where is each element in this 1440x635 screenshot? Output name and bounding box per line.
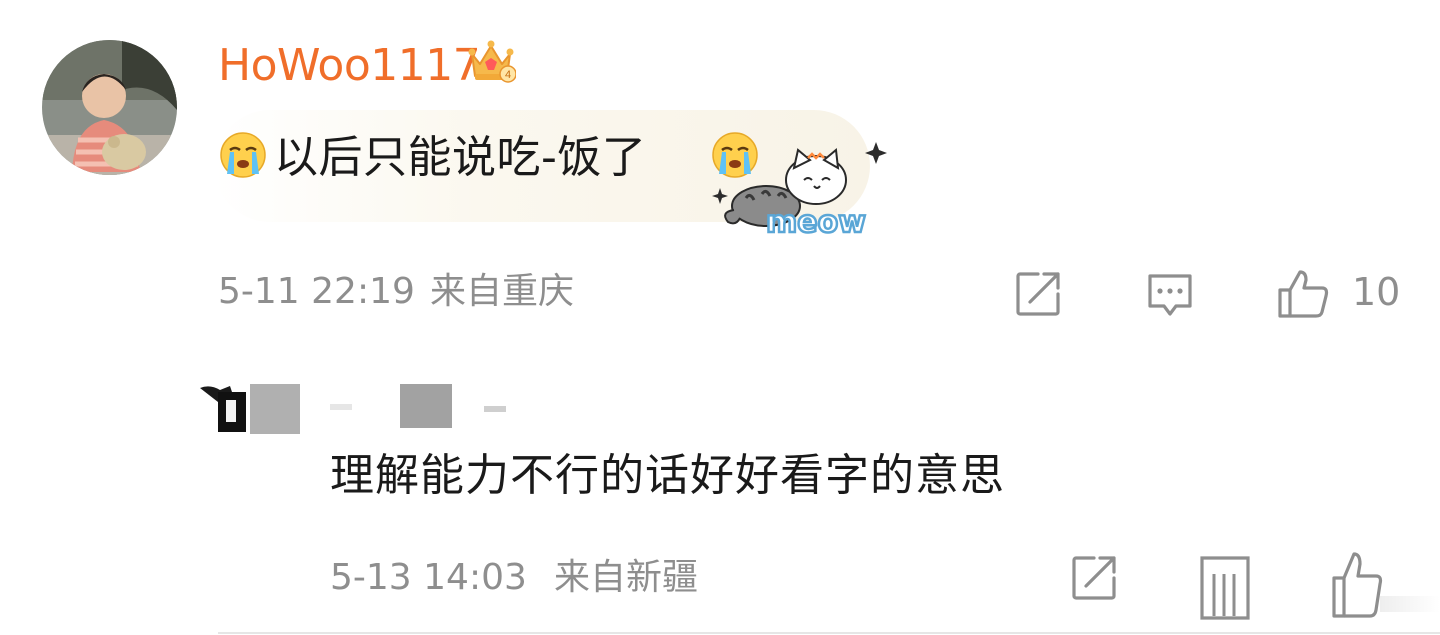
svg-text:4: 4 [505, 69, 511, 81]
thumbs-up-icon[interactable] [1276, 266, 1332, 322]
crying-face-emoji [218, 130, 268, 184]
user-avatar[interactable] [42, 40, 177, 175]
fade-overlay [1380, 596, 1440, 612]
avatar-photo [42, 40, 177, 175]
comment-icon[interactable] [1144, 268, 1196, 320]
reply-avatar[interactable] [200, 384, 300, 436]
blurred-name [484, 406, 506, 412]
username[interactable]: HoWoo1117 [218, 38, 481, 94]
comment-text: 以后只能说吃-饭了 [274, 132, 647, 183]
comment-time: 5-11 22:19 [218, 271, 415, 312]
reply-location: 来自新疆 [554, 557, 699, 598]
meow-cat-sticker: meow [706, 128, 892, 241]
reply-time: 5-13 14:03 [330, 557, 527, 598]
crown-badge-icon[interactable]: 4 [466, 36, 517, 86]
thumbs-up-icon[interactable] [1330, 548, 1386, 620]
comment-icon[interactable] [1198, 552, 1252, 622]
svg-text:meow: meow [766, 205, 866, 236]
share-icon[interactable] [1012, 268, 1064, 320]
share-icon[interactable] [1068, 552, 1120, 604]
blurred-name [330, 404, 352, 410]
comment-location: 来自重庆 [430, 271, 575, 312]
like-count: 10 [1352, 270, 1401, 314]
blurred-name [400, 384, 452, 428]
reply-text: 理解能力不行的话好好看字的意思 [330, 450, 1005, 501]
divider [218, 632, 1440, 634]
